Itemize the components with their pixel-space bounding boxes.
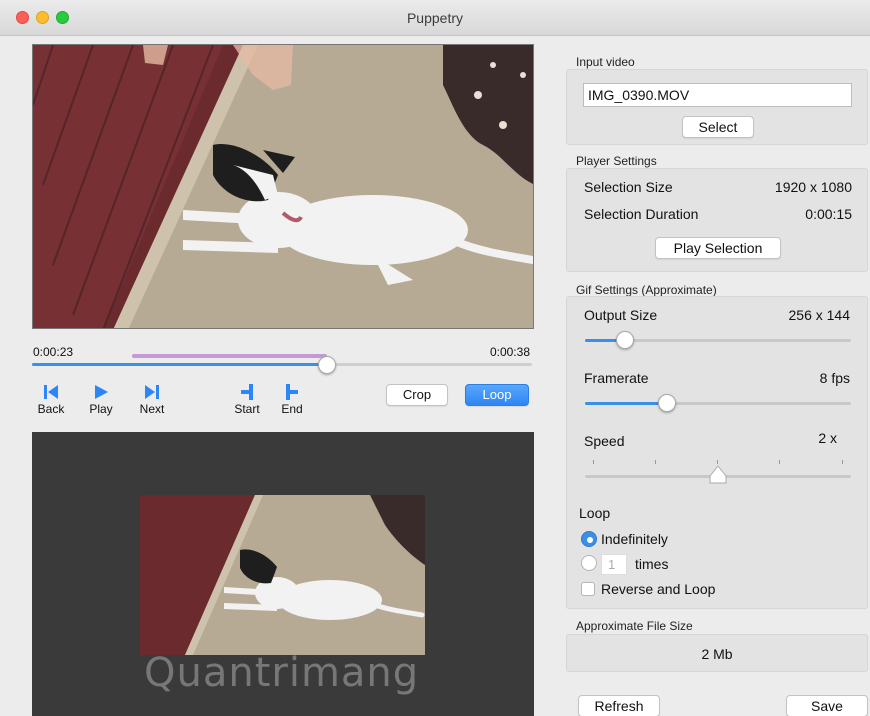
- speed-tick: [593, 460, 594, 464]
- title-bar: Puppetry: [0, 0, 870, 36]
- refresh-button[interactable]: Refresh: [578, 695, 660, 716]
- loop-indefinitely-radio[interactable]: [581, 531, 597, 547]
- speed-tick: [655, 460, 656, 464]
- mark-start-icon: [241, 384, 253, 400]
- play-icon: [95, 385, 108, 399]
- framerate-label: Framerate: [584, 370, 649, 386]
- start-label: Start: [234, 402, 260, 416]
- file-size-label: Approximate File Size: [576, 619, 693, 633]
- gif-settings-panel: Output Size 256 x 144 Framerate 8 fps Sp…: [566, 296, 868, 609]
- selection-duration-label: Selection Duration: [584, 206, 699, 222]
- file-size-value: 2 Mb: [701, 646, 733, 662]
- selection-range: [132, 354, 327, 358]
- speed-tick: [779, 460, 780, 464]
- crop-button[interactable]: Crop: [386, 384, 448, 406]
- next-button[interactable]: Next: [132, 384, 172, 416]
- framerate-fill: [585, 402, 668, 405]
- output-size-label: Output Size: [584, 307, 658, 323]
- skip-forward-icon: [145, 385, 159, 399]
- framerate-value: 8 fps: [819, 370, 850, 386]
- video-player[interactable]: [32, 44, 534, 329]
- input-video-panel: IMG_0390.MOV Select: [566, 69, 868, 145]
- timeline-handle[interactable]: [318, 356, 336, 374]
- speed-tick: [717, 460, 718, 464]
- play-button[interactable]: Play: [81, 384, 121, 416]
- output-size-value: 256 x 144: [788, 307, 851, 323]
- play-label: Play: [89, 402, 113, 416]
- output-size-handle[interactable]: [615, 331, 634, 349]
- window-title: Puppetry: [406, 10, 464, 26]
- player-settings-panel: Selection Size 1920 x 1080 Selection Dur…: [566, 168, 868, 272]
- back-label: Back: [37, 402, 65, 416]
- selection-size-value: 1920 x 1080: [774, 179, 852, 195]
- gif-settings-label: Gif Settings (Approximate): [576, 283, 717, 297]
- speed-label: Speed: [584, 433, 625, 449]
- reverse-loop-label: Reverse and Loop: [601, 581, 716, 597]
- speed-value: 2 x: [818, 430, 837, 446]
- gif-preview-image: [140, 495, 425, 655]
- reverse-loop-checkbox[interactable]: [581, 582, 595, 596]
- selection-size-label: Selection Size: [584, 179, 673, 195]
- player-settings-label: Player Settings: [576, 154, 657, 168]
- end-button[interactable]: End: [272, 384, 312, 416]
- framerate-handle[interactable]: [658, 394, 677, 412]
- loop-section-label: Loop: [579, 505, 611, 521]
- select-button[interactable]: Select: [682, 116, 754, 138]
- end-time: 0:00:38: [489, 345, 530, 359]
- video-frame-image: [33, 45, 533, 328]
- loop-button[interactable]: Loop: [465, 384, 529, 406]
- loop-indefinitely-label: Indefinitely: [601, 531, 668, 547]
- loop-times-label: times: [635, 556, 669, 572]
- framerate-slider[interactable]: [585, 402, 851, 405]
- back-button[interactable]: Back: [31, 384, 71, 416]
- skip-back-icon: [44, 385, 58, 399]
- watermark-logo: Quantrimang: [144, 650, 420, 696]
- speed-tick: [842, 460, 843, 464]
- start-button[interactable]: Start: [227, 384, 267, 416]
- next-label: Next: [139, 402, 165, 416]
- save-button[interactable]: Save: [786, 695, 868, 716]
- loop-times-radio[interactable]: [581, 555, 597, 571]
- mark-end-icon: [286, 384, 298, 400]
- loop-times-field[interactable]: 1: [601, 554, 627, 575]
- timeline-progress: [32, 363, 327, 366]
- file-name-field[interactable]: IMG_0390.MOV: [583, 83, 852, 107]
- input-video-label: Input video: [576, 55, 635, 69]
- selection-duration-value: 0:00:15: [805, 206, 852, 222]
- speed-handle[interactable]: [708, 465, 728, 485]
- file-size-panel: 2 Mb: [566, 634, 868, 672]
- gif-preview: Quantrimang: [32, 432, 534, 716]
- current-time: 0:00:23: [33, 345, 74, 359]
- timeline-track[interactable]: [32, 363, 532, 366]
- end-label: End: [281, 402, 303, 416]
- play-selection-button[interactable]: Play Selection: [655, 237, 781, 259]
